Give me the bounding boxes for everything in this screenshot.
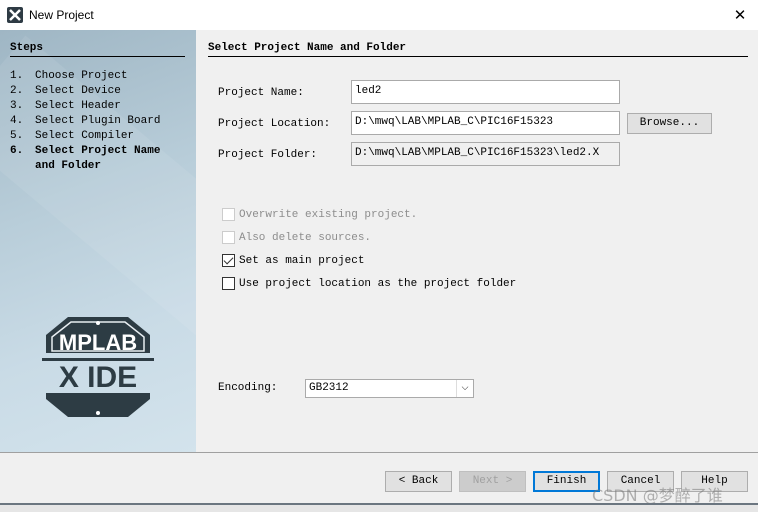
main-project-checkbox[interactable]: Set as main project — [222, 254, 364, 267]
project-location-label: Project Location: — [218, 118, 331, 130]
step-item: 4. Select Plugin Board — [10, 115, 161, 127]
finish-button[interactable]: Finish — [533, 471, 600, 492]
close-icon[interactable]: ✕ — [730, 5, 750, 25]
project-name-label: Project Name: — [218, 87, 304, 99]
steps-list: 1. Choose Project 2. Select Device 3. Selec… — [10, 70, 161, 172]
steps-heading: Steps — [10, 42, 185, 57]
next-button[interactable]: Next > — [459, 471, 526, 492]
encoding-select[interactable]: GB2312 ⌵ — [305, 379, 474, 398]
overwrite-checkbox[interactable]: Overwrite existing project. — [222, 208, 417, 221]
use-location-checkbox[interactable]: Use project location as the project fold… — [222, 277, 516, 290]
browse-button[interactable]: Browse... — [627, 113, 712, 134]
chevron-down-icon[interactable]: ⌵ — [456, 380, 473, 397]
mplab-logo: MPLAB X IDE — [42, 317, 154, 417]
step-item: 3. Select Header — [10, 100, 121, 112]
app-icon — [7, 7, 23, 23]
project-folder-field: D:\mwq\LAB\MPLAB_C\PIC16F15323\led2.X — [351, 142, 620, 166]
back-button[interactable]: < Back — [385, 471, 452, 492]
svg-text:X IDE: X IDE — [59, 361, 137, 394]
step-item: 5. Select Compiler — [10, 130, 135, 142]
step-item: 1. Choose Project — [10, 70, 128, 82]
delete-sources-checkbox[interactable]: Also delete sources. — [222, 231, 371, 244]
step-item: 2. Select Device — [10, 85, 121, 97]
encoding-label: Encoding: — [218, 382, 278, 394]
svg-text:MPLAB: MPLAB — [59, 330, 137, 355]
project-name-input[interactable]: led2 — [351, 80, 620, 104]
steps-panel: Steps 1. Choose Project 2. Select Device 3… — [0, 30, 196, 452]
window-title: New Project — [29, 8, 94, 22]
bottom-strip — [0, 503, 758, 512]
project-folder-label: Project Folder: — [218, 149, 318, 161]
page-title: Select Project Name and Folder — [208, 42, 748, 57]
title-bar: New Project ✕ — [0, 0, 758, 30]
divider — [0, 452, 758, 453]
project-location-input[interactable]: D:\mwq\LAB\MPLAB_C\PIC16F15323 — [351, 111, 620, 135]
step-item-current: 6. Select Project Name — [10, 145, 161, 157]
